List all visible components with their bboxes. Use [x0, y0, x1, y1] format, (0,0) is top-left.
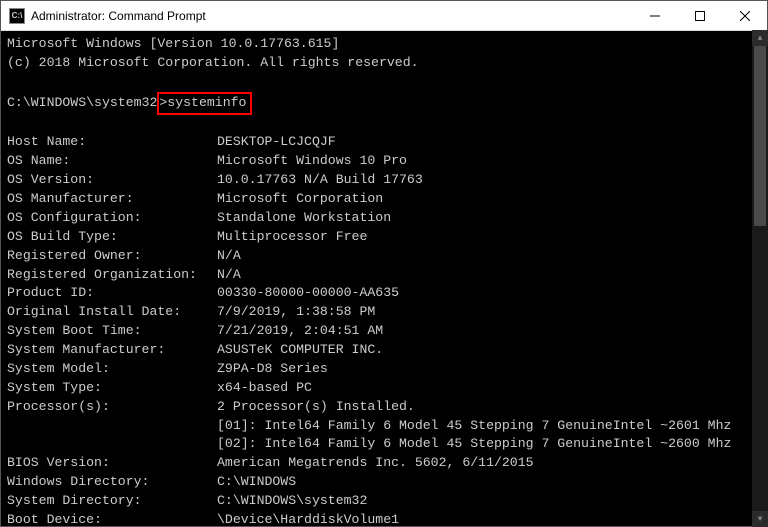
- info-label: System Manufacturer:: [7, 341, 217, 360]
- info-row: System Manufacturer:ASUSTeK COMPUTER INC…: [7, 341, 761, 360]
- header-line-2: (c) 2018 Microsoft Corporation. All righ…: [7, 55, 419, 70]
- info-label: Registered Owner:: [7, 247, 217, 266]
- info-label: System Directory:: [7, 492, 217, 511]
- close-button[interactable]: [722, 1, 767, 31]
- info-label: BIOS Version:: [7, 454, 217, 473]
- info-value: N/A: [217, 267, 241, 282]
- info-row: OS Configuration:Standalone Workstation: [7, 209, 761, 228]
- info-value: C:\WINDOWS\system32: [217, 493, 367, 508]
- processors-label: Processor(s):: [7, 398, 217, 417]
- cmd-icon: C:\: [9, 8, 25, 24]
- info-label: System Boot Time:: [7, 322, 217, 341]
- info-label: OS Name:: [7, 152, 217, 171]
- console-area[interactable]: Microsoft Windows [Version 10.0.17763.61…: [1, 31, 767, 526]
- prompt-command: systeminfo: [167, 95, 246, 110]
- info-value: American Megatrends Inc. 5602, 6/11/2015: [217, 455, 534, 470]
- info-row: Product ID:00330-80000-00000-AA635: [7, 284, 761, 303]
- scroll-down-arrow-icon[interactable]: ▼: [752, 511, 768, 527]
- info-row: System Boot Time:7/21/2019, 2:04:51 AM: [7, 322, 761, 341]
- info-label: Original Install Date:: [7, 303, 217, 322]
- vertical-scrollbar[interactable]: ▲ ▼: [752, 30, 768, 527]
- minimize-icon: [650, 11, 660, 21]
- header-line-1: Microsoft Windows [Version 10.0.17763.61…: [7, 36, 339, 51]
- processor-detail: [01]: Intel64 Family 6 Model 45 Stepping…: [217, 418, 731, 433]
- info-row: Windows Directory:C:\WINDOWS: [7, 473, 761, 492]
- processor-line: [02]: Intel64 Family 6 Model 45 Stepping…: [7, 435, 761, 454]
- info-value: Z9PA-D8 Series: [217, 361, 328, 376]
- close-icon: [740, 11, 750, 21]
- maximize-icon: [695, 11, 705, 21]
- info-label: OS Build Type:: [7, 228, 217, 247]
- scrollbar-track[interactable]: [752, 46, 768, 511]
- window-title: Administrator: Command Prompt: [31, 9, 206, 23]
- info-value: Microsoft Corporation: [217, 191, 383, 206]
- info-label: OS Configuration:: [7, 209, 217, 228]
- info-label: Windows Directory:: [7, 473, 217, 492]
- command-highlight: >systeminfo: [157, 92, 252, 115]
- info-value: 10.0.17763 N/A Build 17763: [217, 172, 423, 187]
- maximize-button[interactable]: [677, 1, 722, 31]
- info-value: 7/21/2019, 2:04:51 AM: [217, 323, 383, 338]
- prompt-path: C:\WINDOWS\system32: [7, 95, 157, 110]
- info-label: OS Manufacturer:: [7, 190, 217, 209]
- info-value: ASUSTeK COMPUTER INC.: [217, 342, 383, 357]
- processors-row: Processor(s):2 Processor(s) Installed.: [7, 398, 761, 417]
- info-label: System Model:: [7, 360, 217, 379]
- info-label: Host Name:: [7, 133, 217, 152]
- processor-line: [01]: Intel64 Family 6 Model 45 Stepping…: [7, 417, 761, 436]
- info-label: Registered Organization:: [7, 266, 217, 285]
- info-row: BIOS Version:American Megatrends Inc. 56…: [7, 454, 761, 473]
- info-row: System Model:Z9PA-D8 Series: [7, 360, 761, 379]
- titlebar[interactable]: C:\ Administrator: Command Prompt: [1, 1, 767, 31]
- info-row: Registered Organization:N/A: [7, 266, 761, 285]
- info-row: OS Version:10.0.17763 N/A Build 17763: [7, 171, 761, 190]
- info-row: Registered Owner:N/A: [7, 247, 761, 266]
- info-value: 7/9/2019, 1:38:58 PM: [217, 304, 375, 319]
- info-row: System Directory:C:\WINDOWS\system32: [7, 492, 761, 511]
- minimize-button[interactable]: [632, 1, 677, 31]
- info-row: Original Install Date:7/9/2019, 1:38:58 …: [7, 303, 761, 322]
- processor-detail: [02]: Intel64 Family 6 Model 45 Stepping…: [217, 436, 731, 451]
- info-row: System Type:x64-based PC: [7, 379, 761, 398]
- processors-summary: 2 Processor(s) Installed.: [217, 399, 415, 414]
- info-value: 00330-80000-00000-AA635: [217, 285, 399, 300]
- command-prompt-window: C:\ Administrator: Command Prompt Micros…: [0, 0, 768, 527]
- info-label: Boot Device:: [7, 511, 217, 526]
- info-value: Standalone Workstation: [217, 210, 391, 225]
- info-value: N/A: [217, 248, 241, 263]
- info-row: Boot Device:\Device\HarddiskVolume1: [7, 511, 761, 526]
- scroll-up-arrow-icon[interactable]: ▲: [752, 30, 768, 46]
- scrollbar-thumb[interactable]: [754, 46, 766, 226]
- info-value: DESKTOP-LCJCQJF: [217, 134, 336, 149]
- info-label: Product ID:: [7, 284, 217, 303]
- info-label: OS Version:: [7, 171, 217, 190]
- info-value: \Device\HarddiskVolume1: [217, 512, 399, 526]
- info-row: Host Name:DESKTOP-LCJCQJF: [7, 133, 761, 152]
- info-value: Microsoft Windows 10 Pro: [217, 153, 407, 168]
- info-row: OS Build Type:Multiprocessor Free: [7, 228, 761, 247]
- info-value: x64-based PC: [217, 380, 312, 395]
- info-value: C:\WINDOWS: [217, 474, 296, 489]
- info-row: OS Name:Microsoft Windows 10 Pro: [7, 152, 761, 171]
- info-row: OS Manufacturer:Microsoft Corporation: [7, 190, 761, 209]
- info-value: Multiprocessor Free: [217, 229, 367, 244]
- info-label: System Type:: [7, 379, 217, 398]
